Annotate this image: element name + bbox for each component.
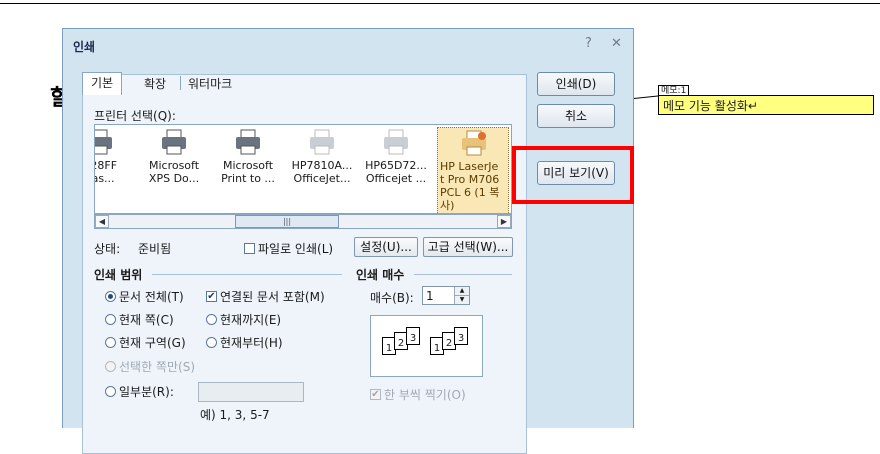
stepper-up-icon[interactable]: ▲ <box>454 287 469 296</box>
page-icon: 3 <box>406 327 420 345</box>
memo-box[interactable]: 메모 기능 활성화↵ <box>658 95 874 115</box>
copies-label: 매수(B): <box>370 291 414 305</box>
printer-item[interactable]: HP65D72... Officejet ... <box>361 127 431 213</box>
group-divider <box>152 274 342 275</box>
scroll-left-icon[interactable]: ◀ <box>95 215 109 228</box>
checkbox-box: ✔ <box>206 291 217 302</box>
page-range-input[interactable] <box>198 382 304 402</box>
printer-icon <box>236 129 260 155</box>
settings-button[interactable]: 설정(U)... <box>354 237 418 257</box>
printer-icon <box>162 129 186 155</box>
help-icon[interactable]: ? <box>585 36 592 51</box>
print-to-file-checkbox[interactable]: 파일로 인쇄(L) <box>244 240 333 257</box>
printer-item[interactable]: Microsoft Print to ... <box>213 127 283 213</box>
dialog-title: 인쇄 <box>73 40 96 54</box>
status-label: 상태: <box>94 242 121 256</box>
tab-extended[interactable]: 확장 <box>144 74 166 94</box>
printer-icon <box>95 129 112 155</box>
printer-list-scrollbar[interactable]: ◀ ||| ▶ <box>94 214 512 229</box>
print-range-title: 인쇄 범위 <box>94 268 143 282</box>
document-top-line <box>0 3 880 4</box>
highlight-annotation-box <box>512 146 634 204</box>
page-icon: 3 <box>454 327 468 345</box>
scroll-thumb[interactable]: ||| <box>235 215 339 228</box>
print-button[interactable]: 인쇄(D) <box>537 72 615 96</box>
radio-current-page[interactable]: 현재 쪽(C) <box>105 311 174 328</box>
range-example-text: 예) 1, 3, 5-7 <box>200 408 270 422</box>
copies-title: 인쇄 매수 <box>356 268 405 282</box>
stepper-down-icon[interactable]: ▼ <box>454 296 469 304</box>
tab-separator <box>180 76 181 90</box>
printer-item[interactable]: HP7810A... OfficeJet... <box>287 127 357 213</box>
status-value: 준비됨 <box>138 242 172 256</box>
cancel-button[interactable]: 취소 <box>537 104 615 128</box>
printer-item[interactable]: Microsoft XPS Do... <box>139 127 209 213</box>
advanced-options-button[interactable]: 고급 선택(W)... <box>423 237 513 257</box>
printer-item-selected[interactable]: HP LaserJe t Pro M706 PCL 6 (1 복 사) <box>437 127 509 213</box>
printer-icon <box>462 130 486 156</box>
radio-selected-pages: 선택한 쪽만(S) <box>105 358 195 375</box>
radio-current-section[interactable]: 현재 구역(G) <box>105 334 186 351</box>
radio-all-document[interactable]: 문서 전체(T) <box>105 288 184 305</box>
copies-value[interactable]: 1 <box>426 289 434 303</box>
collate-checkbox: ✔ 한 부씩 찍기(O) <box>370 388 466 402</box>
scroll-right-icon[interactable]: ▶ <box>497 215 511 228</box>
tab-watermark[interactable]: 워터마크 <box>188 74 232 94</box>
printer-item[interactable]: B28FFLas... <box>95 127 135 213</box>
tab-basic[interactable]: 기본 <box>82 72 123 95</box>
radio-to-current[interactable]: 현재까지(E) <box>206 311 281 328</box>
checkbox-box <box>244 243 255 254</box>
radio-partial[interactable]: 일부분(R): <box>105 383 174 400</box>
printer-icon <box>310 129 334 155</box>
checkbox-box: ✔ <box>370 389 381 400</box>
printer-list[interactable]: B28FFLas... MicrosoftXPS Do... Microsoft… <box>94 124 512 214</box>
printer-icon <box>384 129 408 155</box>
close-icon[interactable]: ✕ <box>611 36 622 51</box>
include-linked-checkbox[interactable]: ✔ 연결된 문서 포함(M) <box>206 288 325 305</box>
copies-stepper[interactable]: 1 ▲ ▼ <box>422 286 470 305</box>
radio-from-current[interactable]: 현재부터(H) <box>206 334 283 351</box>
printer-select-label: 프린터 선택(Q): <box>94 109 176 123</box>
group-divider <box>414 274 512 275</box>
